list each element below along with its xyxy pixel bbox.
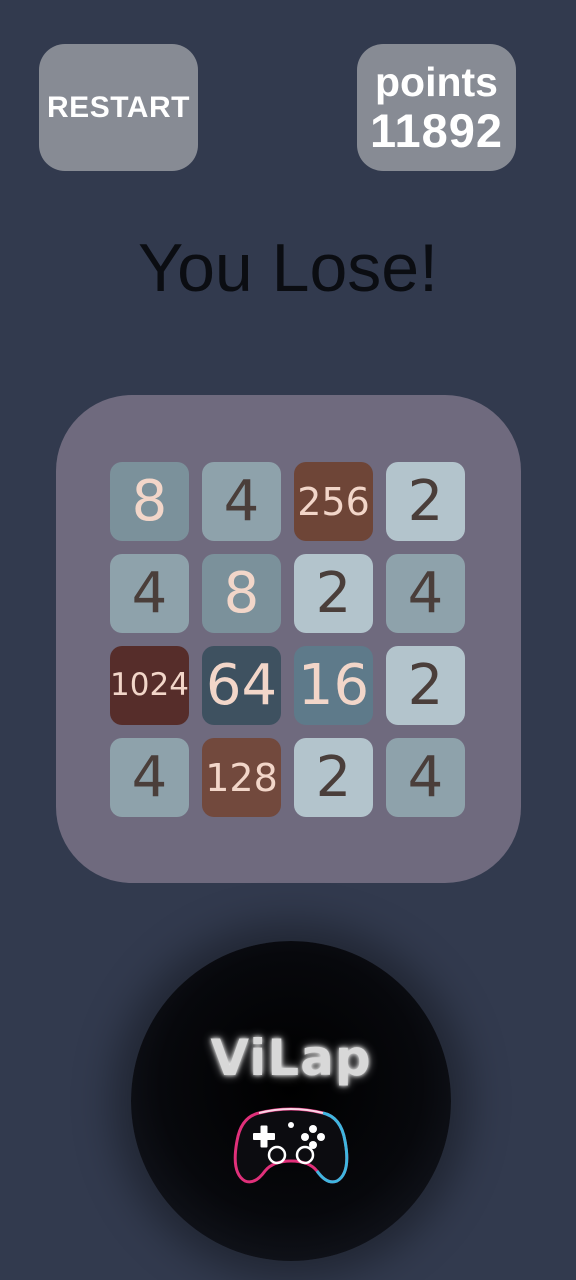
restart-label: RESTART — [47, 90, 190, 124]
tile-value: 4 — [131, 560, 168, 626]
logo-text: ViLap — [210, 1029, 372, 1087]
tile-r4-c4: 4 — [386, 738, 465, 817]
tile-value: 16 — [297, 652, 370, 718]
game-board[interactable]: 8 4 256 2 4 8 2 4 1024 64 16 2 4 128 2 4 — [56, 395, 521, 883]
tile-value: 2 — [407, 652, 444, 718]
tile-r2-c4: 4 — [386, 554, 465, 633]
tile-value: 128 — [205, 755, 278, 800]
tile-value: 4 — [223, 468, 260, 534]
tile-r2-c2: 8 — [202, 554, 281, 633]
tile-r4-c1: 4 — [110, 738, 189, 817]
brand-logo: ViLap — [131, 941, 451, 1261]
tile-value: 8 — [131, 468, 168, 534]
restart-button[interactable]: RESTART — [39, 44, 198, 171]
tile-r1-c4: 2 — [386, 462, 465, 541]
tile-value: 256 — [297, 479, 370, 524]
tile-value: 8 — [223, 560, 260, 626]
tile-value: 4 — [407, 744, 444, 810]
tile-value: 64 — [205, 652, 278, 718]
game-status-message: You Lose! — [138, 230, 438, 306]
score-value: 11892 — [369, 103, 504, 157]
tile-r2-c1: 4 — [110, 554, 189, 633]
gamepad-icon — [233, 1107, 349, 1184]
tile-value: 2 — [315, 744, 352, 810]
score-box: points 11892 — [357, 44, 516, 171]
tile-value: 1024 — [110, 667, 189, 703]
tile-value: 2 — [407, 468, 444, 534]
tile-r3-c3: 16 — [294, 646, 373, 725]
tile-r1-c2: 4 — [202, 462, 281, 541]
tile-r4-c3: 2 — [294, 738, 373, 817]
tile-r1-c1: 8 — [110, 462, 189, 541]
tile-value: 4 — [131, 744, 168, 810]
tile-r4-c2: 128 — [202, 738, 281, 817]
tile-r3-c1: 1024 — [110, 646, 189, 725]
score-label: points — [375, 58, 498, 105]
tile-value: 4 — [407, 560, 444, 626]
tile-r2-c3: 2 — [294, 554, 373, 633]
tile-r3-c2: 64 — [202, 646, 281, 725]
tile-r1-c3: 256 — [294, 462, 373, 541]
tile-value: 2 — [315, 560, 352, 626]
tile-r3-c4: 2 — [386, 646, 465, 725]
